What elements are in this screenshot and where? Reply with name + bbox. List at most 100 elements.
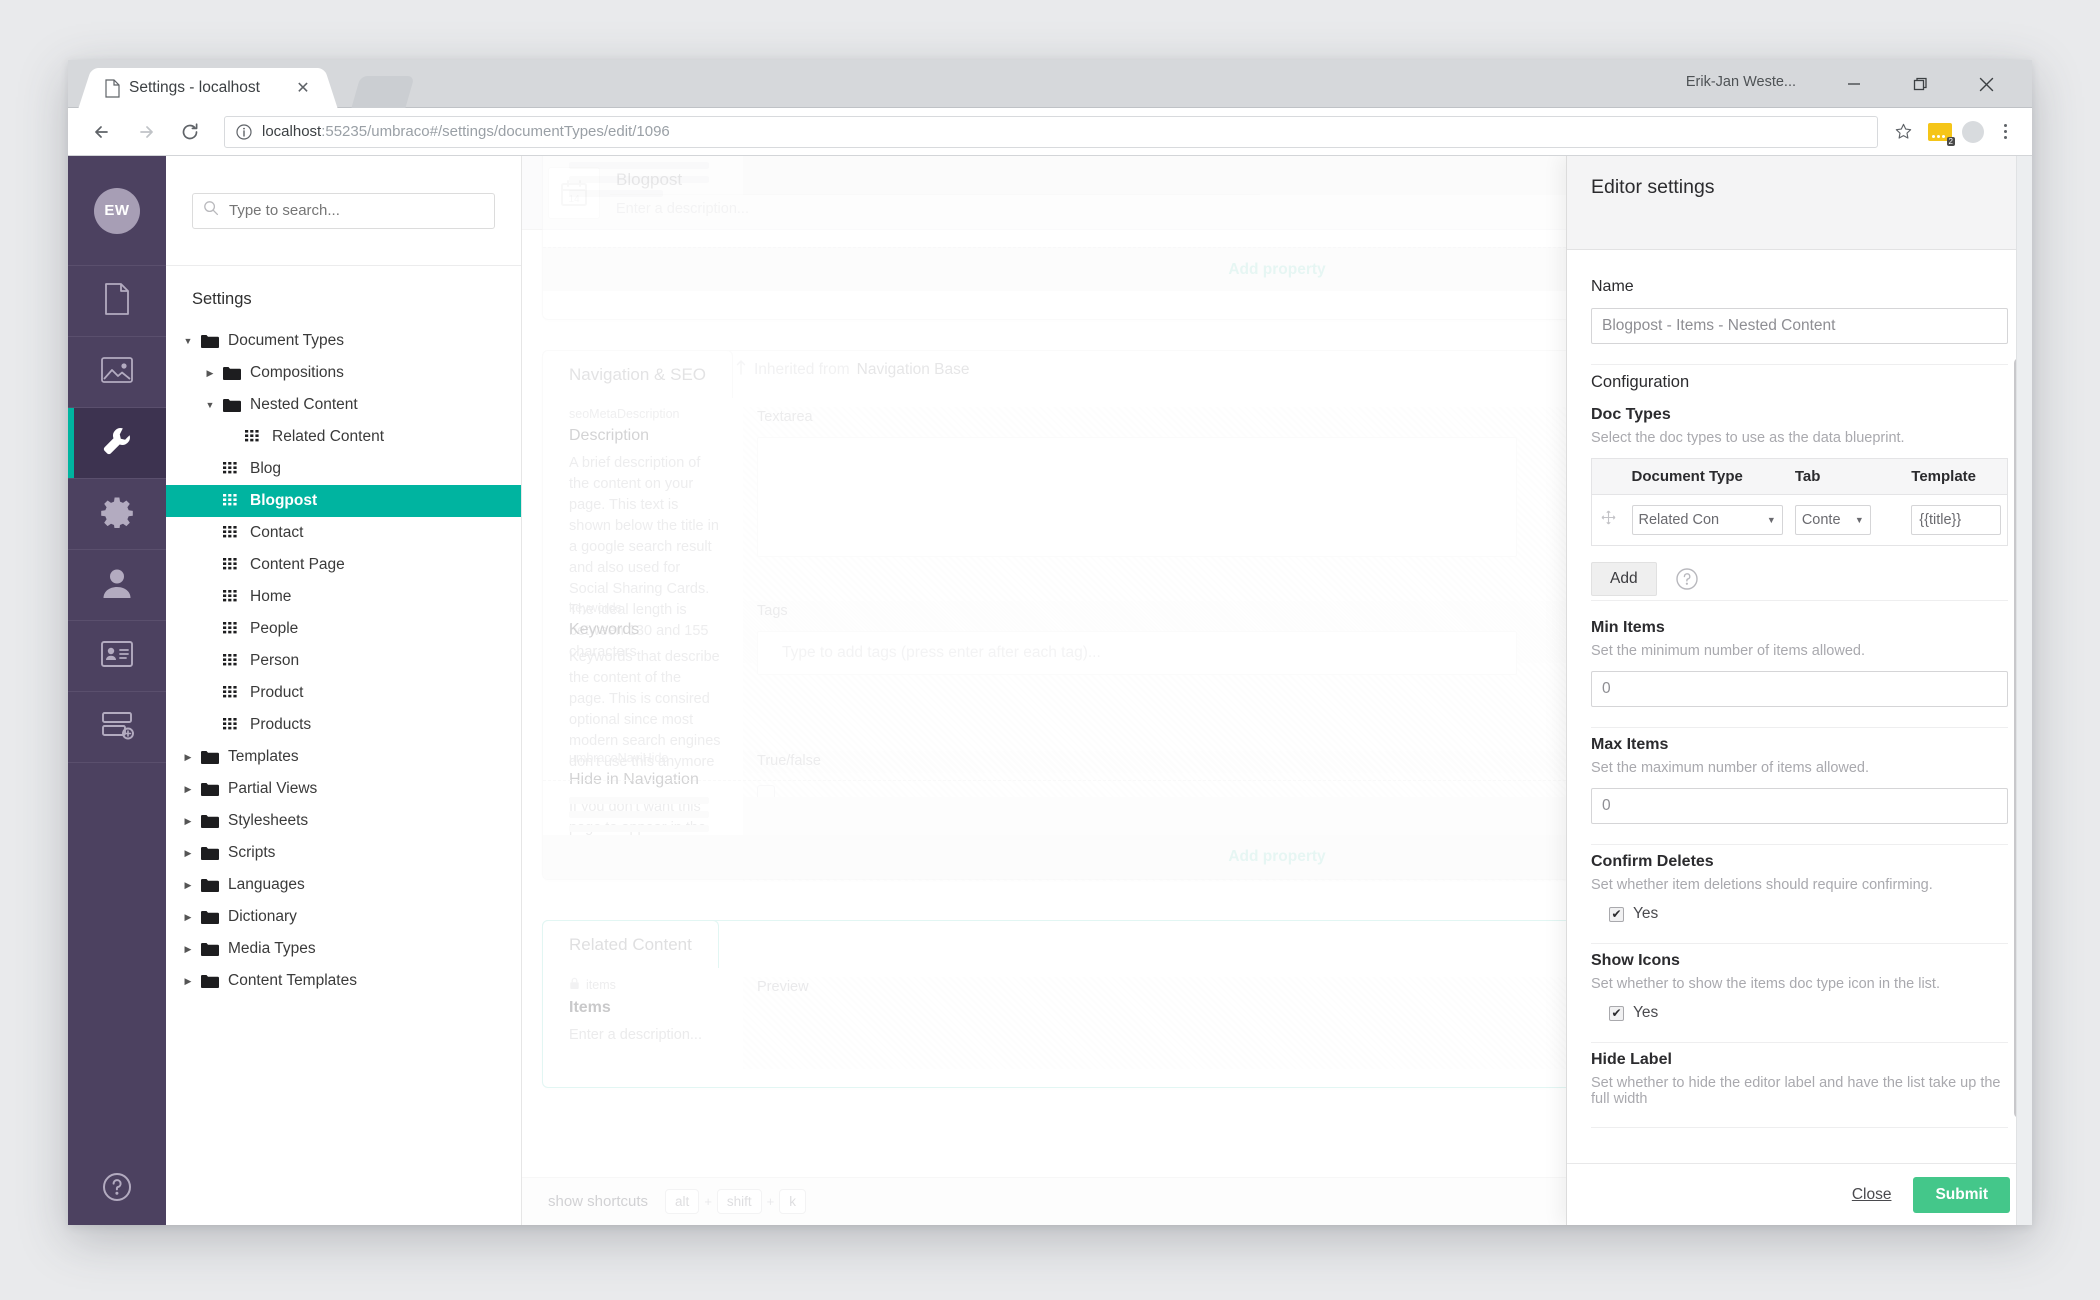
search-input[interactable] <box>227 201 484 220</box>
chevron-right-icon[interactable]: ▶ <box>180 976 196 987</box>
drag-handle-icon[interactable] <box>1592 495 1626 546</box>
doctype-icon <box>218 493 244 509</box>
tree-item-dictionary[interactable]: ▶ Dictionary <box>166 901 521 933</box>
tree-item-label: Partial Views <box>228 780 318 797</box>
tree-item-related-content[interactable]: Related Content <box>166 421 521 453</box>
tab-close-icon[interactable]: ✕ <box>294 79 312 97</box>
table-row: Related Con ▼ Conte ▼ {{title}} <box>1592 495 2008 546</box>
chevron-right-icon[interactable]: ▶ <box>180 880 196 891</box>
tree-item-label: Languages <box>228 876 305 893</box>
tree-item-languages[interactable]: ▶ Languages <box>166 869 521 901</box>
reload-button[interactable] <box>172 114 208 150</box>
tree-item-templates[interactable]: ▶ Templates <box>166 741 521 773</box>
page-info-icon[interactable] <box>235 123 253 141</box>
tree-item-media-types[interactable]: ▶ Media Types <box>166 933 521 965</box>
folder-icon <box>196 973 222 989</box>
inherited-badge: Inherited from Navigation Base <box>735 360 970 380</box>
template-input[interactable]: {{title}} <box>1911 505 2001 535</box>
chevron-right-icon[interactable]: ▶ <box>180 752 196 763</box>
tree-item-nested-content[interactable]: ▼ Nested Content <box>166 389 521 421</box>
bookmark-star-icon[interactable] <box>1888 122 1918 141</box>
new-tab-button[interactable] <box>351 76 415 108</box>
sidebar-item-settings[interactable] <box>68 408 166 479</box>
group-tab-related-content[interactable]: Related Content <box>542 920 719 968</box>
chevron-right-icon[interactable]: ▶ <box>180 816 196 827</box>
tree-item-label: Content Templates <box>228 972 357 989</box>
chevron-right-icon[interactable]: ▶ <box>180 944 196 955</box>
extension-icon-yellow[interactable]: 2 <box>1928 122 1955 146</box>
property-name: Description <box>569 427 650 444</box>
help-button[interactable] <box>68 1172 166 1207</box>
window-close-button[interactable] <box>1958 60 2014 108</box>
tree-item-scripts[interactable]: ▶ Scripts <box>166 837 521 869</box>
tree-item-compositions[interactable]: ▶ Compositions <box>166 357 521 389</box>
add-button[interactable]: Add <box>1591 562 1657 596</box>
shortcuts-label[interactable]: show shortcuts <box>548 1193 648 1210</box>
tree-item-label: Products <box>250 716 312 733</box>
doc-types-description: Select the doc types to use as the data … <box>1591 430 1905 446</box>
sidebar-item-media[interactable] <box>68 337 166 408</box>
avatar: EW <box>94 187 140 234</box>
browser-profile-name[interactable]: Erik-Jan Weste... <box>1686 74 1796 90</box>
tree-item-partial-views[interactable]: ▶ Partial Views <box>166 773 521 805</box>
tree-item-people[interactable]: People <box>166 613 521 645</box>
tree-item-person[interactable]: Person <box>166 645 521 677</box>
browser-menu-icon[interactable] <box>1994 124 2016 139</box>
tree-item-stylesheets[interactable]: ▶ Stylesheets <box>166 805 521 837</box>
tree-item-blogpost[interactable]: Blogpost <box>166 485 521 517</box>
tree-item-content-templates[interactable]: ▶ Content Templates <box>166 965 521 997</box>
sidebar-item-content[interactable] <box>68 266 166 337</box>
inherited-prefix: Inherited from <box>754 361 850 378</box>
tab-select[interactable]: Conte ▼ <box>1794 505 1871 535</box>
sidebar-item-users[interactable] <box>68 550 166 621</box>
chevron-right-icon[interactable]: ▶ <box>202 368 218 379</box>
forward-button[interactable] <box>128 114 164 150</box>
document-type-select[interactable]: Related Con ▼ <box>1631 505 1783 535</box>
chevron-down-icon[interactable]: ▼ <box>180 336 196 346</box>
show-icons-checkbox[interactable]: ✔ <box>1609 1005 1624 1021</box>
search-box[interactable] <box>192 192 495 229</box>
tree-item-label: Document Types <box>228 332 345 349</box>
tree-item-home[interactable]: Home <box>166 581 521 613</box>
window-minimize-button[interactable] <box>1826 60 1882 108</box>
chevron-right-icon[interactable]: ▶ <box>180 912 196 923</box>
chevron-down-icon[interactable]: ▼ <box>202 400 218 410</box>
tree-item-products[interactable]: Products <box>166 709 521 741</box>
back-button[interactable] <box>84 114 120 150</box>
submit-button[interactable]: Submit <box>1913 1176 2010 1213</box>
tree-item-product[interactable]: Product <box>166 677 521 709</box>
chevron-right-icon[interactable]: ▶ <box>180 784 196 795</box>
app-scrollbar[interactable] <box>2016 156 2032 1225</box>
sidebar-item-developer[interactable] <box>68 479 166 550</box>
doctype-icon <box>218 461 244 477</box>
skeleton-line <box>569 190 664 197</box>
close-button[interactable]: Close <box>1852 1186 1892 1204</box>
property-description[interactable]: Enter a description... <box>569 1025 721 1046</box>
user-avatar-button[interactable]: EW <box>68 156 166 266</box>
tags-input[interactable]: Type to add tags (press enter after each… <box>757 631 1517 675</box>
sidebar-item-members[interactable] <box>68 621 166 692</box>
configuration-section: Configuration Doc Types Select the doc t… <box>1591 365 2008 600</box>
tree-item-blog[interactable]: Blog <box>166 453 521 485</box>
folder-icon <box>218 397 244 413</box>
key-k: k <box>779 1189 807 1214</box>
name-input[interactable]: Blogpost - Items - Nested Content <box>1591 308 2008 344</box>
window-maximize-button[interactable] <box>1892 60 1948 108</box>
browser-tab[interactable]: Settings - localhost ✕ <box>94 68 322 108</box>
property-name: Items <box>569 999 611 1016</box>
extension-icon-grey[interactable] <box>1962 120 1984 143</box>
confirm-deletes-checkbox[interactable]: ✔ <box>1609 906 1624 922</box>
chevron-right-icon[interactable]: ▶ <box>180 848 196 859</box>
key-alt: alt <box>665 1189 700 1214</box>
tree-item-contact[interactable]: Contact <box>166 517 521 549</box>
textarea-input[interactable] <box>757 437 1517 557</box>
min-items-input[interactable]: 0 <box>1591 671 2008 707</box>
max-items-input[interactable]: 0 <box>1591 788 2008 824</box>
url-path: :55235/umbraco#/settings/documentTypes/e… <box>321 123 670 140</box>
question-circle-icon[interactable] <box>1675 567 1699 591</box>
tree-item-document-types[interactable]: ▼ Document Types <box>166 325 521 357</box>
sidebar-item-forms[interactable] <box>68 692 166 763</box>
tree-item-content-page[interactable]: Content Page <box>166 549 521 581</box>
group-tab-navigation-seo[interactable]: Navigation & SEO <box>542 350 734 398</box>
address-bar[interactable]: localhost:55235/umbraco#/settings/docume… <box>224 115 1878 148</box>
